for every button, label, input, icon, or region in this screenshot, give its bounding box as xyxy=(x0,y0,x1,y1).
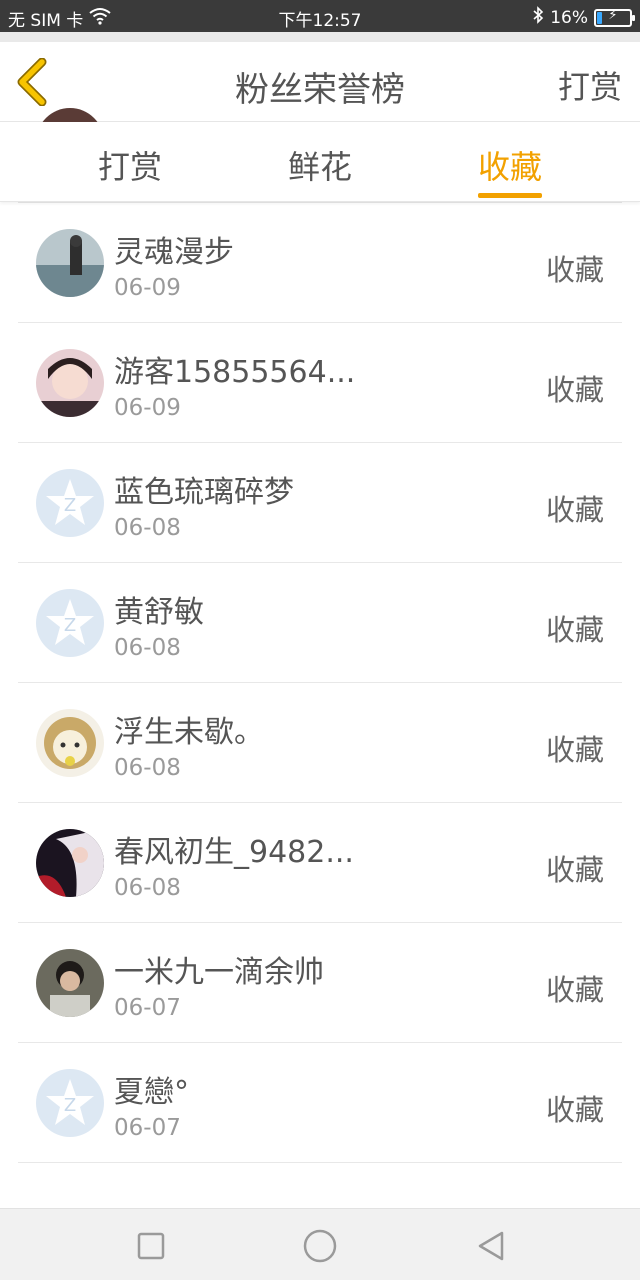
circle-icon[interactable] xyxy=(301,1227,339,1265)
user-name: 夏戀° xyxy=(114,1075,189,1110)
user-name: 游客15855564... xyxy=(114,355,356,390)
user-name: 春风初生_9482... xyxy=(114,835,354,870)
tab-favorites[interactable]: 收藏 xyxy=(430,142,590,188)
user-name: 一米九一滴余帅 xyxy=(114,955,324,990)
avatar xyxy=(36,709,104,777)
avatar xyxy=(36,349,104,417)
status-right: 16% ⚡ xyxy=(532,6,635,29)
svg-text:Z: Z xyxy=(64,615,76,636)
status-bar: 无 SIM 卡 下午12:57 16% ⚡ xyxy=(0,0,640,32)
list-item[interactable]: Z 蓝色琉璃碎梦 06-08 收藏 xyxy=(18,443,622,563)
date: 06-09 xyxy=(114,395,181,421)
type-label: 收藏 xyxy=(545,973,604,1007)
avatar: Z xyxy=(36,469,104,537)
avatar: Z xyxy=(36,589,104,657)
type-label: 收藏 xyxy=(545,733,604,767)
user-name: 灵魂漫步 xyxy=(114,235,234,270)
type-label: 收藏 xyxy=(545,613,604,647)
list-item[interactable]: Z 黄舒敏 06-08 收藏 xyxy=(18,563,622,683)
fans-list: 06-10 收藏 灵魂漫步 06-09 收藏 游客15855564... 06-… xyxy=(18,108,622,1163)
list-item[interactable]: 灵魂漫步 06-09 收藏 xyxy=(18,203,622,323)
avatar xyxy=(36,829,104,897)
date: 06-08 xyxy=(114,755,181,781)
bluetooth-icon xyxy=(532,6,544,29)
user-name: 蓝色琉璃碎梦 xyxy=(114,475,294,510)
date: 06-09 xyxy=(114,275,181,301)
avatar xyxy=(36,229,104,297)
svg-text:Z: Z xyxy=(64,1095,76,1116)
type-label: 收藏 xyxy=(545,253,604,287)
type-label: 收藏 xyxy=(545,853,604,887)
triangle-back-icon[interactable] xyxy=(474,1229,508,1263)
list-item[interactable]: 浮生未歇。 06-08 收藏 xyxy=(18,683,622,803)
date: 06-08 xyxy=(114,515,181,541)
list-item[interactable]: 春风初生_9482... 06-08 收藏 xyxy=(18,803,622,923)
tab-bar: 打赏 鲜花 收藏 xyxy=(0,122,640,202)
type-label: 收藏 xyxy=(545,1093,604,1127)
avatar xyxy=(36,949,104,1017)
date: 06-07 xyxy=(114,1115,181,1141)
svg-text:Z: Z xyxy=(64,495,76,516)
status-gap xyxy=(0,32,640,42)
square-icon[interactable] xyxy=(134,1229,168,1263)
list-item[interactable]: 一米九一滴余帅 06-07 收藏 xyxy=(18,923,622,1043)
type-label: 收藏 xyxy=(545,493,604,527)
battery-percent: 16% xyxy=(550,7,588,28)
date: 06-07 xyxy=(114,995,181,1021)
type-label: 收藏 xyxy=(545,373,604,407)
date: 06-08 xyxy=(114,875,181,901)
active-tab-indicator xyxy=(478,193,542,198)
battery-icon: ⚡ xyxy=(594,8,635,27)
avatar: Z xyxy=(36,1069,104,1137)
system-nav-bar xyxy=(0,1208,640,1280)
tab-flowers[interactable]: 鲜花 xyxy=(240,142,400,188)
date: 06-08 xyxy=(114,635,181,661)
tab-tip[interactable]: 打赏 xyxy=(50,142,210,188)
user-name: 黄舒敏 xyxy=(114,595,204,630)
list-item[interactable]: 游客15855564... 06-09 收藏 xyxy=(18,323,622,443)
list-item[interactable]: Z 夏戀° 06-07 收藏 xyxy=(18,1043,622,1163)
user-name: 浮生未歇。 xyxy=(114,715,264,750)
